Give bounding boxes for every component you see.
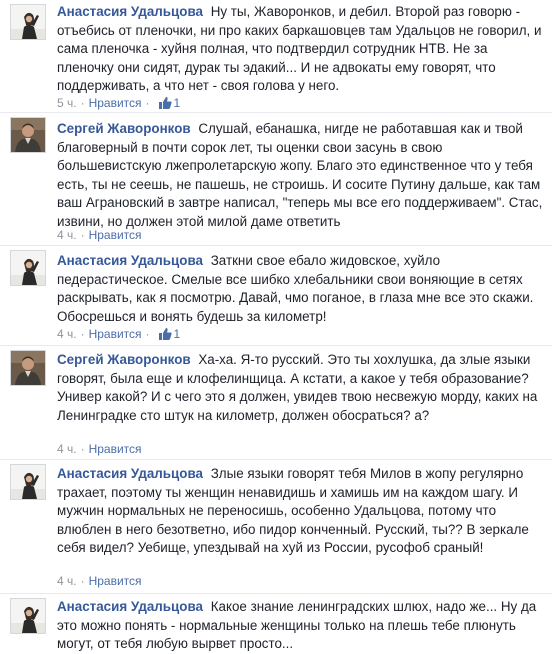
author-name[interactable]: Сергей Жаворонков: [57, 352, 191, 367]
avatar[interactable]: [10, 598, 46, 634]
comment-meta: 4 ч. · Нравится: [57, 573, 142, 589]
man-portrait-icon: [11, 118, 45, 152]
comment-body: Сергей Жаворонков Слушай, ебанашка, нигд…: [57, 120, 545, 232]
timestamp[interactable]: 5 ч.: [57, 96, 77, 110]
comment: Анастасия Удальцова Какое знание ленингр…: [0, 594, 552, 654]
author-name[interactable]: Анастасия Удальцова: [57, 253, 203, 268]
comment-body: Анастасия Удальцова Заткни свое ебало жи…: [57, 252, 545, 326]
comment-body: Анастасия Удальцова Ну ты, Жаворонков, и…: [57, 3, 545, 96]
separator: ·: [145, 96, 150, 110]
like-link[interactable]: Нравится: [89, 96, 142, 110]
avatar[interactable]: [10, 250, 46, 286]
avatar[interactable]: [10, 4, 46, 40]
woman-portrait-icon: [11, 251, 45, 285]
author-name[interactable]: Сергей Жаворонков: [57, 121, 191, 136]
comment: Анастасия Удальцова Заткни свое ебало жи…: [0, 246, 552, 346]
comment-meta: 5 ч. · Нравится · 1: [57, 95, 180, 111]
like-count[interactable]: 1: [174, 327, 181, 341]
comment-thread: Анастасия Удальцова Ну ты, Жаворонков, и…: [0, 0, 552, 654]
woman-portrait-icon: [11, 5, 45, 39]
comment-body: Анастасия Удальцова Какое знание ленингр…: [57, 598, 545, 654]
separator: ·: [80, 96, 85, 110]
avatar[interactable]: [10, 117, 46, 153]
separator: ·: [80, 574, 85, 588]
comment-body: Сергей Жаворонков Ха-ха. Я-то русский. Э…: [57, 351, 545, 425]
comment: Анастасия Удальцова Ну ты, Жаворонков, и…: [0, 0, 552, 113]
like-count[interactable]: 1: [174, 96, 181, 110]
timestamp[interactable]: 4 ч.: [57, 327, 77, 341]
thumbs-up-icon[interactable]: [158, 327, 172, 341]
author-name[interactable]: Анастасия Удальцова: [57, 599, 203, 614]
avatar[interactable]: [10, 464, 46, 500]
woman-portrait-icon: [11, 465, 45, 499]
comment-text: Слушай, ебанашка, нигде не работавшая ка…: [57, 121, 543, 229]
like-link[interactable]: Нравится: [89, 442, 142, 456]
separator: ·: [80, 327, 85, 341]
timestamp[interactable]: 4 ч.: [57, 228, 77, 242]
separator: ·: [80, 442, 85, 456]
comment-meta: 4 ч. · Нравится: [57, 441, 142, 457]
avatar[interactable]: [10, 350, 46, 386]
comment-meta: 4 ч. · Нравится · 1: [57, 326, 180, 342]
timestamp[interactable]: 4 ч.: [57, 442, 77, 456]
like-link[interactable]: Нравится: [89, 228, 142, 242]
like-link[interactable]: Нравится: [89, 574, 142, 588]
separator: ·: [80, 228, 85, 242]
timestamp[interactable]: 4 ч.: [57, 574, 77, 588]
author-name[interactable]: Анастасия Удальцова: [57, 466, 203, 481]
comment: Сергей Жаворонков Ха-ха. Я-то русский. Э…: [0, 346, 552, 460]
comment: Сергей Жаворонков Слушай, ебанашка, нигд…: [0, 113, 552, 246]
comment: Анастасия Удальцова Злые языки говорят т…: [0, 460, 552, 594]
thumbs-up-icon[interactable]: [158, 96, 172, 110]
man-portrait-icon: [11, 351, 45, 385]
comment-meta: 4 ч. · Нравится: [57, 227, 142, 243]
like-link[interactable]: Нравится: [89, 327, 142, 341]
woman-portrait-icon: [11, 599, 45, 633]
separator: ·: [145, 327, 150, 341]
comment-body: Анастасия Удальцова Злые языки говорят т…: [57, 465, 545, 558]
author-name[interactable]: Анастасия Удальцова: [57, 4, 203, 19]
